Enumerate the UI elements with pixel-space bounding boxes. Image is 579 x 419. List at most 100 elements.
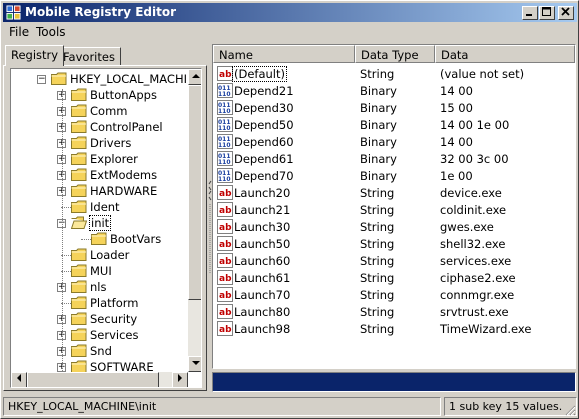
list-row-depend30[interactable]: 011 110 Depend30 Binary 15 00 bbox=[213, 99, 575, 116]
value-edit-bar[interactable] bbox=[212, 372, 576, 392]
tree-node-label: MUI bbox=[90, 264, 112, 278]
tree-node-drivers[interactable]: + Drivers bbox=[11, 135, 188, 151]
status-path: HKEY_LOCAL_MACHINE\init bbox=[3, 397, 441, 416]
list-row-launch98[interactable]: ab Launch98 String TimeWizard.exe bbox=[213, 320, 575, 337]
tree-node-platform[interactable]: Platform bbox=[11, 295, 188, 311]
list-row-depend60[interactable]: 011 110 Depend60 Binary 14 00 bbox=[213, 133, 575, 150]
list-row-launch30[interactable]: ab Launch30 String gwes.exe bbox=[213, 218, 575, 235]
tree-node-hkey-local-machine[interactable]: − HKEY_LOCAL_MACHINE bbox=[11, 71, 201, 87]
tree-node-nls[interactable]: + nls bbox=[11, 279, 188, 295]
tree-node-bootvars[interactable]: BootVars bbox=[11, 231, 188, 247]
svg-text:ab: ab bbox=[219, 257, 232, 267]
close-button[interactable] bbox=[558, 6, 574, 20]
list-row-launch20[interactable]: ab Launch20 String device.exe bbox=[213, 184, 575, 201]
list-row-launch60[interactable]: ab Launch60 String services.exe bbox=[213, 252, 575, 269]
scroll-right-button[interactable] bbox=[172, 372, 188, 387]
folder-icon bbox=[71, 312, 87, 325]
folder-icon bbox=[71, 152, 87, 165]
registry-app-icon bbox=[6, 5, 21, 20]
tab-registry[interactable]: Registry bbox=[5, 45, 65, 66]
menu-tools[interactable]: Tools bbox=[36, 25, 66, 39]
value-type: String bbox=[360, 186, 395, 200]
list-row-launch50[interactable]: ab Launch50 String shell32.exe bbox=[213, 235, 575, 252]
tree-node-security[interactable]: + Security bbox=[11, 311, 188, 327]
scroll-down-button[interactable] bbox=[188, 356, 201, 372]
tree-node-label: Ident bbox=[90, 200, 120, 214]
tree-scroll-thumb[interactable] bbox=[188, 85, 201, 300]
status-summary: 1 sub key 15 values. bbox=[444, 397, 577, 416]
svg-text:ab: ab bbox=[219, 308, 232, 318]
folder-icon bbox=[71, 280, 87, 293]
tree-node-label: Snd bbox=[90, 344, 112, 358]
menu-file[interactable]: File bbox=[9, 25, 29, 39]
tree-vertical-scrollbar[interactable] bbox=[188, 69, 201, 372]
tree-node-init[interactable]: − init bbox=[11, 215, 188, 231]
column-header-data-type[interactable]: Data Type bbox=[355, 45, 435, 63]
tree-node-label: HKEY_LOCAL_MACHINE bbox=[70, 72, 202, 86]
tree-node-label: Comm bbox=[90, 104, 128, 118]
list-row-depend70[interactable]: 011 110 Depend70 Binary 1e 00 bbox=[213, 167, 575, 184]
tree-node-label: ControlPanel bbox=[90, 120, 163, 134]
column-header-data[interactable]: Data bbox=[435, 45, 575, 63]
tree-node-buttonapps[interactable]: + ButtonApps bbox=[11, 87, 188, 103]
value-name: Launch60 bbox=[234, 254, 291, 268]
collapse-minus-icon[interactable]: − bbox=[37, 75, 46, 84]
tree-node-services[interactable]: + Services bbox=[11, 327, 188, 343]
list-row-depend21[interactable]: 011 110 Depend21 Binary 14 00 bbox=[213, 82, 575, 99]
value-name: Launch21 bbox=[234, 203, 291, 217]
string-value-icon: ab bbox=[217, 202, 233, 217]
binary-value-icon: 011110 bbox=[217, 134, 233, 149]
tab-favorites[interactable]: Favorites bbox=[57, 47, 121, 66]
folder-icon bbox=[71, 248, 87, 261]
tree-node-loader[interactable]: Loader bbox=[11, 247, 188, 263]
list-row-default[interactable]: ab (Default) String (value not set) bbox=[213, 65, 575, 82]
value-data: connmgr.exe bbox=[440, 288, 515, 302]
tree-node-comm[interactable]: + Comm bbox=[11, 103, 188, 119]
list-row-depend50[interactable]: 011 110 Depend50 Binary 14 00 1e 00 bbox=[213, 116, 575, 133]
tree-node-ident[interactable]: Ident bbox=[11, 199, 188, 215]
tree-node-controlpanel[interactable]: + ControlPanel bbox=[11, 119, 188, 135]
value-name: (Default) bbox=[232, 66, 287, 82]
string-value-icon: ab bbox=[217, 304, 233, 319]
tree-node-mui[interactable]: MUI bbox=[11, 263, 188, 279]
folder-icon bbox=[71, 104, 87, 117]
list-row-launch80[interactable]: ab Launch80 String srvtrust.exe bbox=[213, 303, 575, 320]
value-type: String bbox=[360, 305, 395, 319]
maximize-button[interactable] bbox=[539, 6, 555, 20]
value-type: String bbox=[360, 288, 395, 302]
list-row-launch21[interactable]: ab Launch21 String coldinit.exe bbox=[213, 201, 575, 218]
tree-hscroll-thumb[interactable] bbox=[27, 372, 159, 387]
values-list[interactable]: Name Data Type Data ab (Default) String (va… bbox=[212, 44, 576, 369]
tree-node-explorer[interactable]: + Explorer bbox=[11, 151, 188, 167]
list-row-launch61[interactable]: ab Launch61 String ciphase2.exe bbox=[213, 269, 575, 286]
list-row-launch70[interactable]: ab Launch70 String connmgr.exe bbox=[213, 286, 575, 303]
tree-horizontal-scrollbar[interactable] bbox=[11, 372, 188, 387]
tree-node-label: Drivers bbox=[90, 136, 132, 150]
svg-text:ab: ab bbox=[219, 325, 232, 335]
value-type: String bbox=[360, 254, 395, 268]
string-value-icon: ab bbox=[217, 236, 233, 251]
tree-node-hardware[interactable]: + HARDWARE bbox=[11, 183, 188, 199]
scroll-left-button[interactable] bbox=[11, 372, 27, 387]
value-type: Binary bbox=[360, 135, 397, 149]
value-type: Binary bbox=[360, 101, 397, 115]
value-type: String bbox=[360, 322, 395, 336]
tree-node-label: ExtModems bbox=[90, 168, 158, 182]
minimize-button[interactable] bbox=[522, 6, 538, 20]
scroll-up-button[interactable] bbox=[188, 69, 201, 85]
value-data: srvtrust.exe bbox=[440, 305, 509, 319]
tree-node-extmodems[interactable]: + ExtModems bbox=[11, 167, 188, 183]
value-name: Launch50 bbox=[234, 237, 291, 251]
title-bar[interactable]: Mobile Registry Editor bbox=[3, 3, 577, 22]
folder-icon bbox=[71, 344, 87, 357]
column-header-name[interactable]: Name bbox=[213, 45, 355, 63]
registry-tree[interactable]: − HKEY_LOCAL_MACHINE + ButtonApps + Comm + Cont… bbox=[10, 68, 202, 388]
value-name: Depend70 bbox=[234, 169, 294, 183]
resize-grip-icon[interactable] bbox=[564, 404, 576, 416]
value-name: Launch98 bbox=[234, 322, 291, 336]
tree-node-snd[interactable]: + Snd bbox=[11, 343, 188, 359]
folder-icon bbox=[71, 136, 87, 149]
tree-node-label: nls bbox=[90, 280, 107, 294]
svg-text:110: 110 bbox=[218, 142, 231, 149]
list-row-depend61[interactable]: 011 110 Depend61 Binary 32 00 3c 00 bbox=[213, 150, 575, 167]
